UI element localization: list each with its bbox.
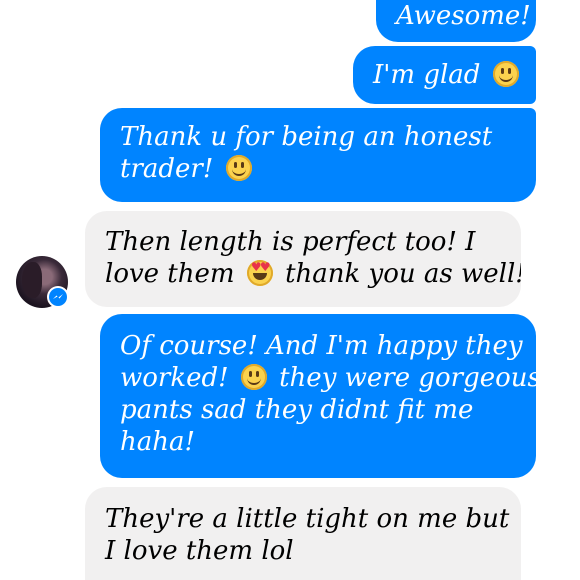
chat-screen: Awesome! I'm glad Thank u for being an h… — [0, 0, 580, 580]
message-bubble-5[interactable]: Of course! And I'm happy they worked! th… — [100, 314, 536, 478]
message-bubble-4[interactable]: Then length is perfect too! I love them … — [85, 211, 521, 307]
smiley-emoji-icon — [492, 61, 519, 87]
message-bubble-3[interactable]: Thank u for being an honest trader! — [100, 108, 536, 202]
message-text: thank you as well! — [276, 259, 521, 289]
message-bubble-2[interactable]: I'm glad — [353, 46, 536, 104]
message-line: love them thank you as well! — [105, 258, 521, 290]
heart-eyes-emoji-icon — [246, 260, 273, 286]
message-line: They're a little tight on me but — [105, 504, 510, 534]
avatar-hair — [22, 262, 42, 298]
smiley-emoji-icon — [225, 155, 252, 181]
message-text: trader! — [120, 154, 222, 184]
message-line: haha! — [120, 427, 195, 457]
message-line: I'm glad — [373, 59, 519, 91]
message-text: worked! — [120, 363, 237, 393]
smiley-emoji-icon — [240, 364, 267, 390]
message-bubble-6[interactable]: They're a little tight on me but I love … — [85, 487, 521, 580]
messenger-icon — [49, 288, 67, 306]
message-text: love them — [105, 259, 243, 289]
message-line: worked! they were gorgeous — [120, 362, 536, 394]
message-text: I'm glad — [373, 60, 489, 90]
message-line: pants sad they didnt fit me — [120, 395, 474, 425]
message-line: Of course! And I'm happy they — [120, 331, 523, 361]
message-bubble-1[interactable]: Awesome! — [376, 0, 536, 42]
message-line: trader! — [120, 153, 516, 185]
message-line: Thank u for being an honest — [120, 122, 493, 152]
message-line: I love them lol — [105, 536, 294, 566]
message-line: Awesome! — [396, 1, 531, 31]
message-line: Then length is perfect too! I — [105, 227, 476, 257]
message-text: they were gorgeous — [270, 363, 536, 393]
